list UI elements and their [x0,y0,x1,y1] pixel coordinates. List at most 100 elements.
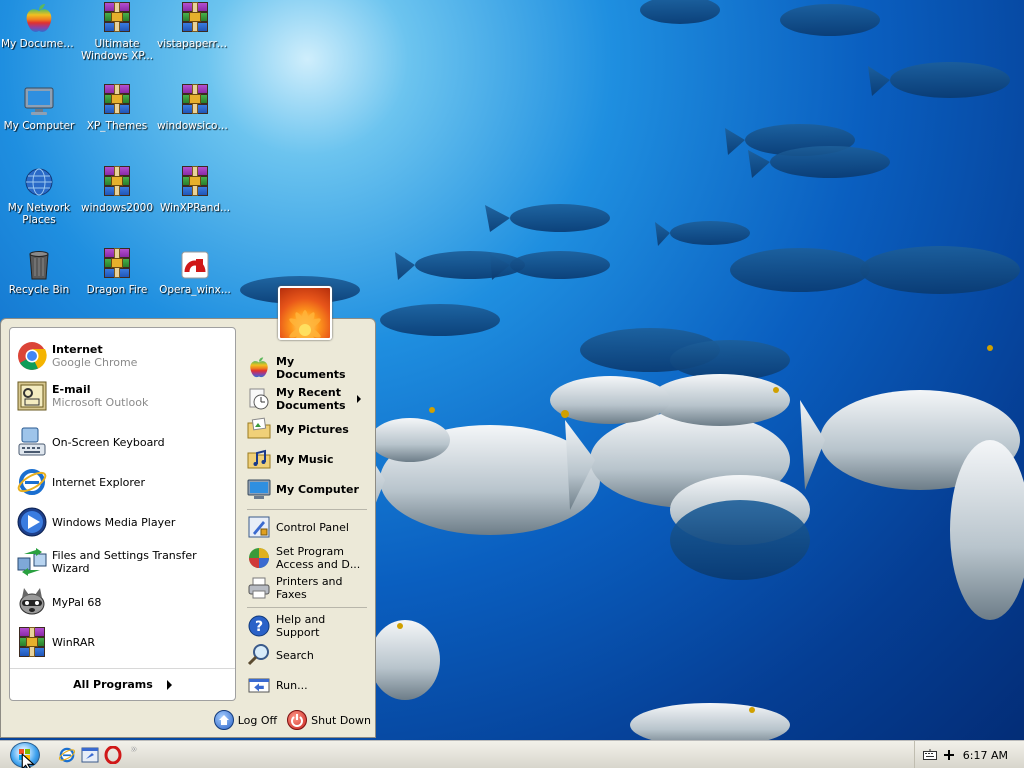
desktop-icon-label: WinXPRand... [159,202,231,214]
settings-item-set-program-access[interactable]: Set Program Access and D... [247,545,371,571]
rar-icon [100,248,134,282]
desktop-icon-my-network-places[interactable]: My Network Places [0,166,78,226]
arrow-right-icon [166,679,172,690]
places-item-label: My Computer [276,482,359,496]
quicklaunch-more-chevron[interactable]: » [131,744,149,762]
desktop-icon-label: Dragon Fire [86,284,148,296]
plus-tray-icon[interactable] [943,749,955,761]
rar-icon [178,166,212,200]
help-item-run[interactable]: Run... [247,673,371,697]
recent-item-windows-media-player[interactable]: Windows Media Player [16,504,232,540]
desktop-icon-label: vistapaperre... [157,38,234,50]
globe-icon [22,166,56,200]
apple-icon [247,356,271,380]
recent-item-winrar[interactable]: WinRAR [16,624,232,660]
opera-file-icon [178,248,212,282]
log-off-icon [213,710,234,730]
search-icon [247,643,271,667]
pinned-item-internet[interactable]: Internet Google Chrome [16,338,232,374]
printer-icon [247,576,271,600]
rar-icon [178,2,212,36]
settings-item-label: Printers and Faxes [276,575,343,601]
help-item-help-and-support[interactable]: ? Help and Support [247,613,371,639]
help-item-label: Search [276,648,314,662]
raccoon-icon [16,586,48,618]
places-item-my-pictures[interactable]: My Pictures [247,417,371,441]
recent-item-files-and-settings-transfer-wizard[interactable]: Files and Settings Transfer Wizard [16,544,232,580]
recent-item-label: Windows Media Player [52,515,176,529]
desktop-icon-opera-winx[interactable]: Opera_winx... [156,248,234,296]
desktop-icon-label: My Computer [3,120,75,132]
media-player-icon [16,506,48,538]
pinned-item-title: E-mail [52,383,91,396]
recent-item-internet-explorer[interactable]: Internet Explorer [16,464,232,500]
desktop-icon-recycle-bin[interactable]: Recycle Bin [0,248,78,296]
places-item-label: My Pictures [276,422,349,436]
quicklaunch-show-desktop-icon[interactable] [81,746,99,764]
log-off-button[interactable]: Log Off [213,710,278,730]
places-item-my-computer[interactable]: My Computer [247,477,371,501]
recent-item-on-screen-keyboard[interactable]: On-Screen Keyboard [16,424,232,460]
recent-item-label: On-Screen Keyboard [52,435,165,449]
settings-item-label: Set Program Access and D... [276,545,361,571]
outlook-icon [16,380,48,412]
all-programs-label: All Programs [73,678,153,691]
shut-down-button[interactable]: Shut Down [287,710,371,730]
desktop-icon-label: My Documents [1,38,78,50]
desktop-icon-winxprand[interactable]: WinXPRand... [156,166,234,214]
recent-item-label: Files and Settings Transfer Wizard [52,549,197,575]
all-programs-button[interactable]: All Programs [10,668,235,700]
pinned-item-subtitle: Microsoft Outlook [52,396,149,409]
monitor-icon [247,477,271,501]
help-item-search[interactable]: Search [247,643,371,667]
log-off-label: Log Off [237,713,278,727]
recent-item-mypal-68[interactable]: MyPal 68 [16,584,232,620]
desktop-icon-label: Opera_winx... [159,284,231,296]
help-item-label: Help and Support [276,613,326,639]
recent-item-label: Internet Explorer [52,475,145,489]
help-item-label: Run... [276,678,308,692]
start-menu-footer: Log Off Shut Down [201,705,371,735]
folder-music-icon [247,447,271,471]
trash-icon [22,248,56,282]
places-item-label: My Recent Documents [276,386,346,412]
control-panel-icon [247,515,271,539]
desktop-icon-my-documents[interactable]: My Documents [0,2,78,50]
recent-item-label: WinRAR [52,635,96,649]
keyboard-icon [16,426,48,458]
quicklaunch-opera-icon[interactable] [104,745,122,765]
help-icon: ? [247,614,271,638]
user-account-picture[interactable] [278,286,332,340]
taskbar-clock[interactable]: 6:17 AM [963,749,1008,762]
desktop-icon-xp-themes[interactable]: XP_Themes [78,84,156,132]
clock-icon [247,387,271,411]
settings-item-control-panel[interactable]: Control Panel [247,515,371,539]
settings-item-printers-and-faxes[interactable]: Printers and Faxes [247,575,371,601]
places-item-my-music[interactable]: My Music [247,447,371,471]
places-item-my-recent-documents[interactable]: My Recent Documents [247,386,371,412]
menu-separator [247,607,367,608]
rar-icon [100,166,134,200]
chrome-icon [16,340,48,372]
desktop-icon-vistapaperre[interactable]: vistapaperre... [156,2,234,50]
desktop-icon-label: windowsicon... [157,120,234,132]
places-item-label: My Documents [276,355,346,381]
places-item-label: My Music [276,452,334,466]
system-tray: 6:17 AM [914,741,1024,768]
places-item-my-documents[interactable]: My Documents [247,355,371,381]
quicklaunch-ie-icon[interactable] [58,746,76,764]
desktop-icon-my-computer[interactable]: My Computer [0,84,78,132]
desktop-icon-windowsicon[interactable]: windowsicon... [156,84,234,132]
desktop-icon-label: Ultimate Windows XP... [80,38,154,62]
desktop-icon-dragon-fire[interactable]: Dragon Fire [78,248,156,296]
svg-text:?: ? [255,619,263,635]
desktop-icon-windows2000[interactable]: windows2000 [78,166,156,214]
ie-icon [16,466,48,498]
run-icon [247,673,271,697]
power-icon [287,710,308,730]
pinned-item-email[interactable]: E-mail Microsoft Outlook [16,378,232,414]
rar-icon [100,84,134,118]
pinned-item-subtitle: Google Chrome [52,356,138,369]
desktop-icon-ultimate-windows-xp[interactable]: Ultimate Windows XP... [78,2,156,62]
keyboard-tray-icon[interactable] [923,749,937,761]
